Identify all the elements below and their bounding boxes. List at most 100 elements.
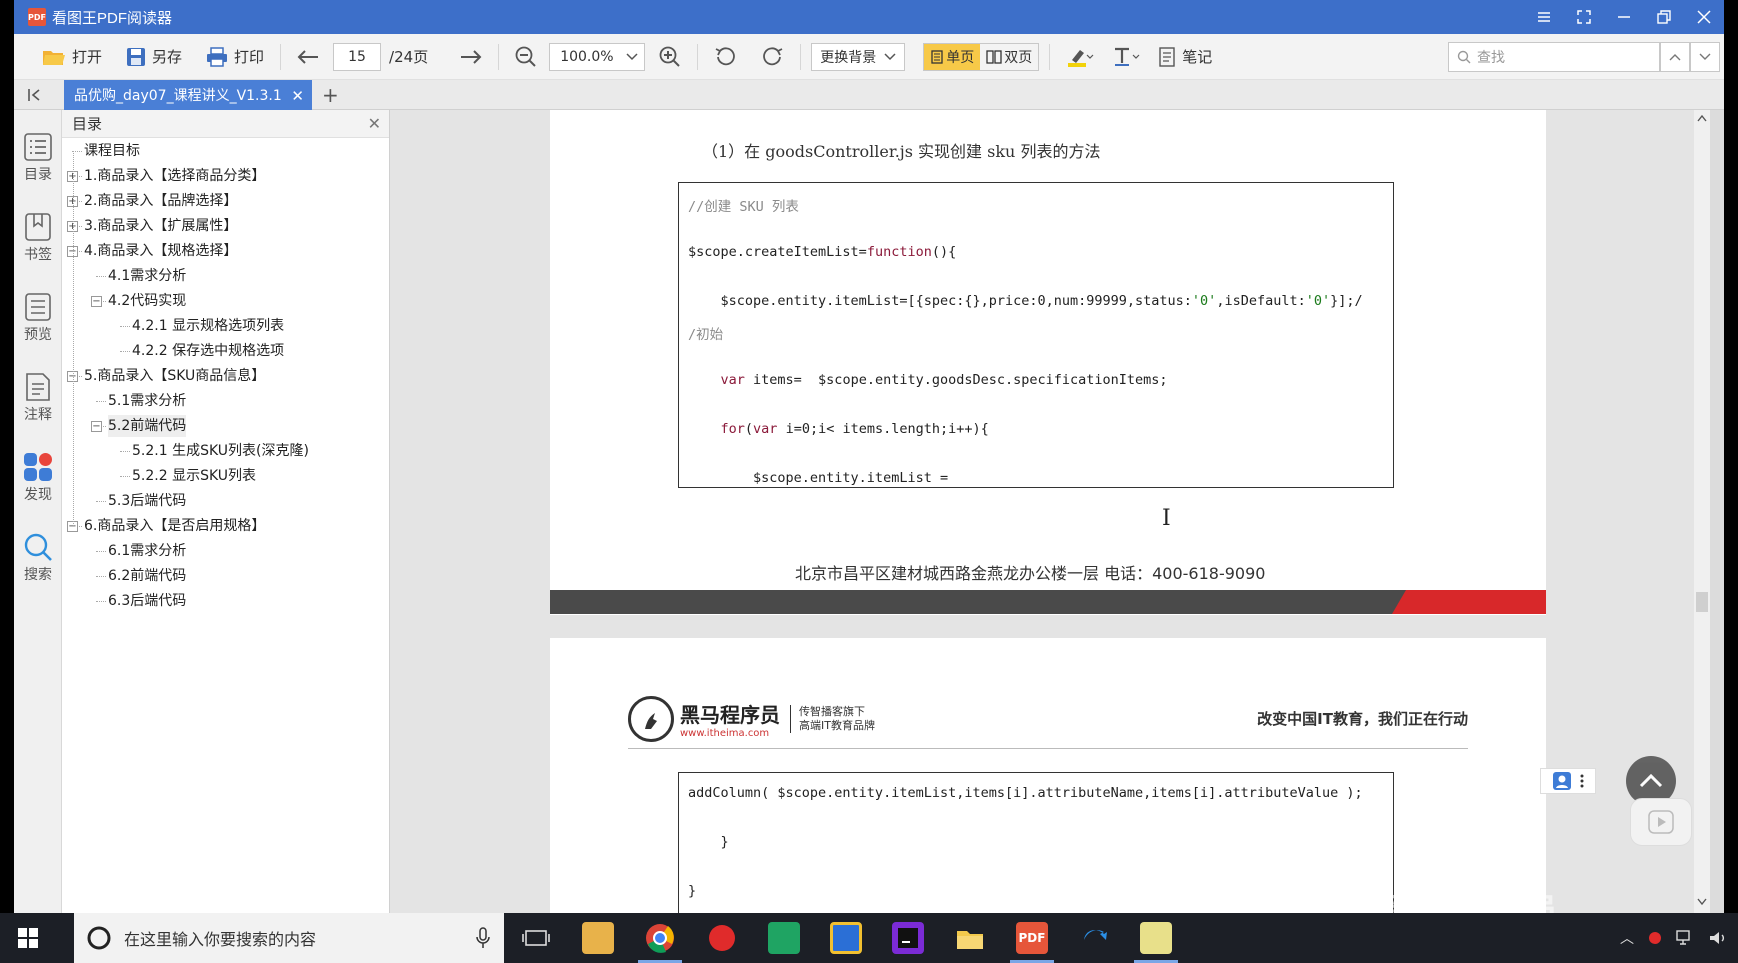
discover-icon (24, 453, 52, 481)
zoom-level-value: 100.0% (560, 48, 614, 65)
chrome-icon[interactable] (644, 922, 676, 954)
zoom-in-button[interactable] (653, 41, 687, 73)
print-button[interactable]: 打印 (200, 41, 270, 73)
close-button[interactable] (1684, 0, 1724, 34)
spreadsheet-app-icon[interactable] (768, 922, 800, 954)
toc-item[interactable]: 5.2.2 显示SKU列表 (132, 465, 256, 487)
toc-item[interactable]: 2.商品录入【品牌选择】 (84, 190, 237, 212)
network-icon[interactable] (1676, 930, 1694, 946)
toc-item[interactable]: 6.1需求分析 (108, 540, 186, 562)
horse-logo-icon (628, 696, 674, 742)
floating-user-widget[interactable] (1540, 768, 1596, 794)
highlight-tool-button[interactable] (1060, 41, 1100, 73)
page-footer-address: 北京市昌平区建材城西路金燕龙办公楼一层 电话：400-618-9090 (795, 564, 1266, 583)
previous-page-button[interactable] (291, 41, 325, 73)
toc-item[interactable]: 1.商品录入【选择商品分类】 (84, 165, 265, 187)
video-play-button[interactable] (1630, 798, 1692, 846)
intellij-icon[interactable] (892, 922, 924, 954)
task-view-icon[interactable] (520, 922, 552, 954)
toc-item[interactable]: 4.1需求分析 (108, 265, 186, 287)
sidebar-item-toc[interactable]: 目录 (14, 132, 62, 184)
toc-item[interactable]: 4.2.1 显示规格选项列表 (132, 315, 284, 337)
code-line: var items= $scope.entity.goodsDesc.speci… (720, 372, 1168, 388)
red-app-icon[interactable] (706, 922, 738, 954)
toc-item[interactable]: 5.2.1 生成SKU列表(深克隆) (132, 440, 309, 462)
sidebar-item-discover[interactable]: 发现 (14, 452, 62, 504)
code-line: addColumn( $scope.entity.itemList,items[… (688, 785, 1363, 801)
toc-item[interactable]: 4.2.2 保存选中规格选项 (132, 340, 284, 362)
windows-taskbar: 在这里输入你要搜索的内容 PDF ︿ (0, 913, 1738, 963)
new-tab-button[interactable]: + (322, 83, 339, 107)
toc-item[interactable]: 5.3后端代码 (108, 490, 186, 512)
double-page-icon (986, 49, 1002, 64)
collapse-sidebar-button[interactable] (24, 84, 46, 106)
toc-item[interactable]: 5.2前端代码 (108, 415, 187, 437)
toc-item[interactable]: 课程目标 (84, 140, 140, 162)
scroll-up-icon[interactable] (1697, 114, 1707, 122)
toc-item[interactable]: 5.1需求分析 (108, 390, 186, 412)
sidebar-item-label: 搜索 (24, 567, 52, 583)
taskbar-search-input[interactable]: 在这里输入你要搜索的内容 (74, 913, 504, 963)
sidebar-item-label: 发现 (24, 487, 52, 503)
pdf-reader-taskbar-icon[interactable]: PDF (1016, 922, 1048, 954)
fullscreen-icon[interactable] (1564, 0, 1604, 34)
rotate-right-button[interactable] (756, 41, 790, 73)
open-button[interactable]: 打开 (36, 41, 108, 73)
collapse-icon[interactable]: − (91, 421, 102, 432)
double-page-button[interactable]: 双页 (980, 44, 1038, 70)
find-next-button[interactable] (1690, 42, 1720, 72)
text-tool-button[interactable] (1106, 41, 1146, 73)
menu-icon[interactable] (1524, 0, 1564, 34)
page-number-input[interactable]: 15 (333, 42, 382, 71)
sidebar-item-annotations[interactable]: 注释 (14, 372, 62, 424)
rotate-left-button[interactable] (708, 41, 742, 73)
microphone-icon[interactable] (476, 927, 490, 949)
toc-item[interactable]: 5.商品录入【SKU商品信息】 (84, 365, 265, 387)
find-previous-button[interactable] (1660, 42, 1690, 72)
chevron-up-icon (1639, 774, 1663, 788)
sidebar-item-bookmarks[interactable]: 书签 (14, 212, 62, 264)
scrollbar-thumb[interactable] (1696, 592, 1708, 612)
toc-item[interactable]: 3.商品录入【扩展属性】 (84, 215, 237, 237)
zoom-level-select[interactable]: 100.0% (549, 42, 646, 71)
sidebar-item-search[interactable]: 搜索 (14, 532, 62, 584)
toc-item[interactable]: 6.2前端代码 (108, 565, 186, 587)
change-background-dropdown[interactable]: 更换背景 (811, 42, 906, 71)
code-line: for(var i=0;i< items.length;i++){ (720, 421, 989, 437)
notepad-app-icon[interactable] (1140, 922, 1172, 954)
sidebar-item-label: 注释 (24, 407, 52, 423)
scroll-down-icon[interactable] (1697, 898, 1707, 906)
collapse-icon[interactable]: − (91, 296, 102, 307)
find-input[interactable]: 查找 (1448, 42, 1660, 72)
file-explorer-icon[interactable] (954, 922, 986, 954)
blue-app-icon[interactable] (830, 922, 862, 954)
vertical-scrollbar[interactable] (1694, 110, 1710, 913)
minimize-button[interactable] (1604, 0, 1644, 34)
document-tab[interactable]: 品优购_day07_课程讲义_V1.3.1 ✕ (64, 80, 312, 110)
restore-button[interactable] (1644, 0, 1684, 34)
page-view-toggle: 单页 双页 (923, 42, 1040, 71)
save-as-button[interactable]: 另存 (120, 41, 188, 73)
chevron-up-icon[interactable]: ︿ (1620, 928, 1634, 948)
toc-item[interactable]: 6.商品录入【是否启用规格】 (84, 515, 265, 537)
document-viewer[interactable]: （1）在 goodsController.js 实现创建 sku 列表的方法 /… (390, 110, 1710, 913)
arrow-app-icon[interactable] (1078, 922, 1110, 954)
close-toc-icon[interactable]: ✕ (368, 114, 381, 133)
document-tab-label: 品优购_day07_课程讲义_V1.3.1 (74, 88, 282, 104)
title-bar: PDF 看图王PDF阅读器 (14, 0, 1724, 34)
start-button[interactable] (0, 913, 56, 963)
single-page-button[interactable]: 单页 (924, 43, 981, 70)
toc-item[interactable]: 6.3后端代码 (108, 590, 186, 612)
toc-item[interactable]: 4.商品录入【规格选择】 (84, 240, 237, 262)
zoom-out-button[interactable] (509, 41, 543, 73)
tray-app-icon[interactable] (1648, 931, 1662, 945)
file-archive-app-icon[interactable] (582, 922, 614, 954)
close-tab-icon[interactable]: ✕ (291, 87, 304, 105)
next-page-button[interactable] (454, 41, 488, 73)
notes-button[interactable]: 笔记 (1152, 41, 1218, 73)
volume-icon[interactable] (1708, 930, 1728, 946)
sidebar-item-preview[interactable]: 预览 (14, 292, 62, 344)
sidebar-icon-bar: 目录 书签 预览 注释 发现 搜索 (14, 110, 62, 913)
play-icon (1648, 810, 1674, 834)
toc-item[interactable]: 4.2代码实现 (108, 290, 186, 312)
